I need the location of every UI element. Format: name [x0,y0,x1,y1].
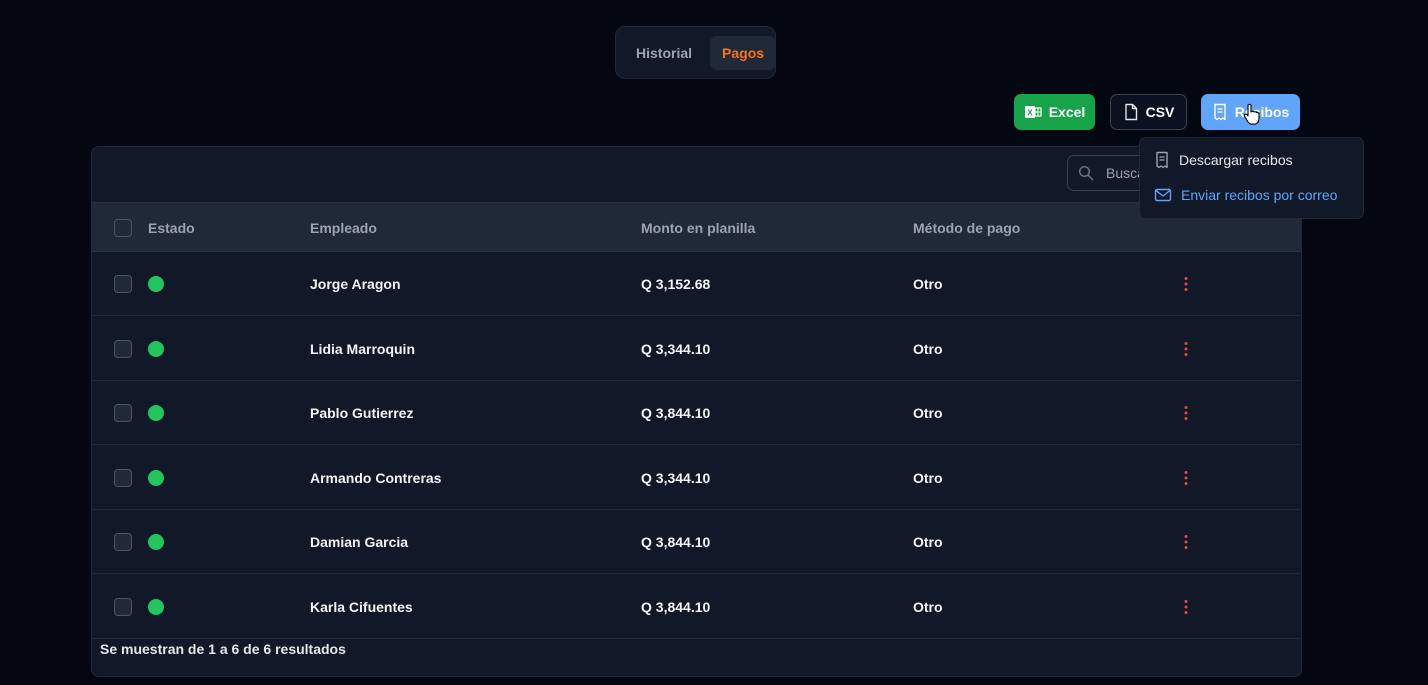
row-actions-button[interactable] [1174,403,1198,423]
select-all-checkbox[interactable] [114,219,132,237]
kebab-menu-icon [1184,599,1188,614]
payment-method: Otro [913,405,943,421]
excel-export-button[interactable]: X Excel [1014,94,1095,130]
payroll-amount: Q 3,152.68 [641,276,711,292]
table-row: Jorge Aragon Q 3,152.68 Otro [92,252,1301,316]
status-indicator [148,598,164,615]
tab-historial[interactable]: Historial [624,36,704,70]
csv-label: CSV [1145,104,1175,120]
kebab-menu-icon [1184,341,1188,356]
kebab-menu-icon [1184,470,1188,485]
payment-method: Otro [913,276,943,292]
column-header-estado[interactable]: Estado [148,203,195,253]
kebab-menu-icon [1184,406,1188,420]
menu-item-descargar-recibos[interactable]: Descargar recibos [1154,151,1293,169]
status-indicator [148,276,164,292]
payments-table-card: Estado Empleado Monto en planilla Método… [91,146,1302,677]
employee-name: Damian Garcia [310,534,409,550]
table-header: Estado Empleado Monto en planilla Método… [92,202,1301,252]
hand-cursor-icon [1243,103,1260,125]
row-checkbox[interactable] [114,275,132,293]
table-row: Damian Garcia Q 3,844.10 Otro [92,510,1301,574]
recibos-dropdown-menu: Descargar recibos Enviar recibos por cor… [1139,137,1364,219]
table-row: Pablo Gutierrez Q 3,844.10 Otro [92,381,1301,445]
payment-method: Otro [913,340,943,357]
row-checkbox[interactable] [114,597,132,616]
kebab-menu-icon [1184,277,1188,291]
receipt-icon [1156,151,1168,169]
menu-item-enviar-recibos[interactable]: Enviar recibos por correo [1154,187,1337,203]
employee-name: Jorge Aragon [310,276,401,292]
payroll-amount: Q 3,844.10 [641,598,711,615]
payroll-amount: Q 3,844.10 [641,534,711,550]
row-checkbox[interactable] [114,339,132,358]
receipt-icon [1214,103,1226,121]
excel-label: Excel [1048,104,1086,120]
row-checkbox[interactable] [114,404,132,422]
svg-text:X: X [1027,109,1033,118]
search-icon [1078,165,1094,181]
employee-name: Armando Contreras [310,469,442,486]
payroll-amount: Q 3,344.10 [641,340,711,357]
payment-method: Otro [913,469,943,486]
row-actions-button[interactable] [1174,274,1198,294]
table-row: Lidia Marroquin Q 3,344.10 Otro [92,316,1301,381]
column-header-empleado[interactable]: Empleado [310,203,377,253]
excel-icon: X [1024,106,1042,118]
row-checkbox[interactable] [114,468,132,487]
menu-item-label: Descargar recibos [1179,152,1293,168]
payment-method: Otro [913,598,943,615]
csv-export-button[interactable]: CSV [1110,94,1187,130]
table-row: Karla Cifuentes Q 3,844.10 Otro [92,574,1301,639]
row-actions-button[interactable] [1174,597,1198,617]
column-header-metodo[interactable]: Método de pago [913,203,1020,253]
employee-name: Pablo Gutierrez [310,405,414,421]
table-row: Armando Contreras Q 3,344.10 Otro [92,445,1301,510]
status-indicator [148,405,164,421]
mail-icon [1154,188,1172,202]
payment-method: Otro [913,534,943,550]
tab-pagos[interactable]: Pagos [710,35,777,70]
row-actions-button[interactable] [1174,468,1198,488]
status-indicator [148,534,164,550]
payroll-amount: Q 3,344.10 [641,469,711,486]
row-actions-button[interactable] [1174,532,1198,552]
kebab-menu-icon [1184,535,1188,549]
employee-name: Lidia Marroquin [310,340,415,357]
column-header-monto[interactable]: Monto en planilla [641,203,755,253]
menu-item-label: Enviar recibos por correo [1181,187,1338,203]
view-tabs: Historial Pagos [615,26,777,79]
employee-name: Karla Cifuentes [310,598,413,615]
status-indicator [148,340,164,357]
status-indicator [148,469,164,486]
row-actions-button[interactable] [1174,339,1198,359]
results-summary: Se muestran de 1 a 6 de 6 resultados [100,641,346,657]
payroll-amount: Q 3,844.10 [641,405,711,421]
row-checkbox[interactable] [114,533,132,551]
file-icon [1124,103,1137,121]
